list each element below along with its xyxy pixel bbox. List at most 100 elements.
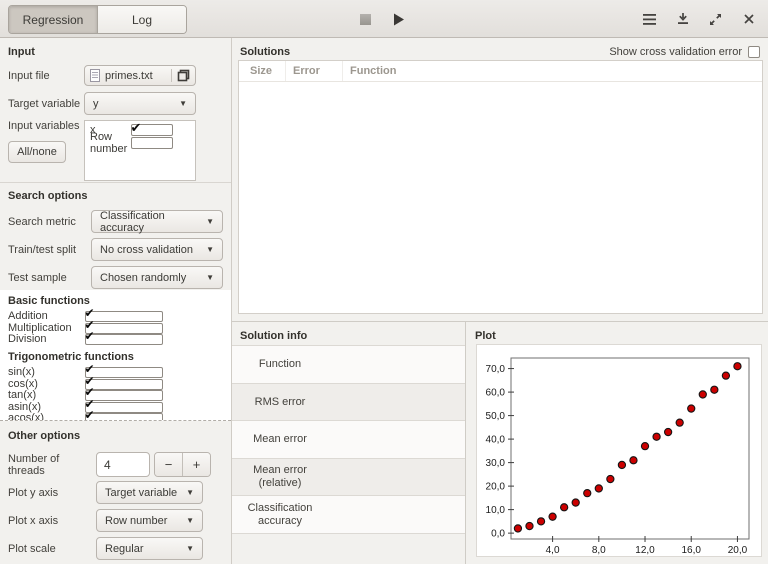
plot-y-axis-select[interactable]: Target variable ▼ (96, 481, 203, 504)
decrement-button[interactable]: − (155, 453, 182, 476)
settings-sidebar: Input Input file primes.txt Target varia… (0, 38, 232, 564)
variable-checkbox[interactable] (130, 136, 173, 149)
svg-text:70,0: 70,0 (486, 364, 506, 375)
download-button[interactable] (675, 12, 690, 27)
svg-text:40,0: 40,0 (486, 435, 506, 446)
all-none-button[interactable]: All/none (8, 141, 66, 163)
app-window: Regression Log Input Input file primes.t… (0, 0, 768, 564)
table-row: Classification accuracy (232, 496, 465, 534)
run-controls (358, 0, 406, 38)
chevron-down-icon: ▼ (186, 488, 194, 497)
svg-text:0,0: 0,0 (491, 529, 505, 540)
function-item[interactable]: cos(x) (8, 376, 223, 390)
function-checkbox[interactable] (84, 410, 163, 420)
row-label: Mean error (253, 464, 307, 476)
train-test-split-label: Train/test split (8, 243, 77, 256)
plot-x-axis-select[interactable]: Row number ▼ (96, 509, 203, 532)
function-item[interactable]: tan(x) (8, 387, 223, 402)
svg-text:12,0: 12,0 (635, 545, 655, 556)
tab-log[interactable]: Log (97, 6, 186, 33)
show-cv-checkbox[interactable] (748, 45, 760, 58)
close-button[interactable] (741, 12, 756, 27)
column-header-function[interactable]: Function (343, 61, 762, 81)
input-section: Input Input file primes.txt Target varia… (0, 38, 231, 182)
chevron-down-icon: ▼ (186, 544, 194, 553)
function-checkbox[interactable] (84, 308, 163, 323)
plot-y-axis-value: Target variable (105, 486, 178, 499)
expand-icon (710, 13, 721, 25)
input-variables-label: Input variables (8, 120, 80, 132)
target-variable-select[interactable]: y ▼ (84, 92, 196, 115)
svg-text:60,0: 60,0 (486, 388, 506, 399)
plot-scale-select[interactable]: Regular ▼ (96, 537, 203, 560)
function-name: sin(x) (8, 366, 35, 379)
play-button[interactable] (391, 12, 406, 27)
trig-functions-title: Trigonometric functions (8, 350, 134, 363)
chevron-down-icon: ▼ (179, 99, 187, 108)
stop-button[interactable] (358, 12, 373, 27)
threads-stepper: − + (154, 452, 211, 477)
basic-functions-title: Basic functions (8, 295, 90, 307)
table-row: RMS error (232, 384, 465, 421)
input-file-button[interactable]: primes.txt (84, 65, 196, 86)
column-header-size[interactable]: Size (239, 61, 286, 81)
list-item[interactable]: Row number (85, 131, 195, 155)
function-item[interactable]: Addition (8, 308, 223, 323)
function-checkbox[interactable] (84, 320, 163, 334)
test-sample-select[interactable]: Chosen randomly ▼ (91, 266, 223, 289)
search-metric-value: Classification accuracy (100, 209, 165, 234)
function-item[interactable]: asin(x) (8, 399, 223, 414)
table-row: Mean error (relative) (232, 459, 465, 496)
variable-checkbox[interactable] (130, 120, 173, 136)
function-name: tan(x) (8, 389, 37, 402)
function-name: asin(x) (8, 400, 42, 413)
copy-icon (177, 69, 190, 82)
plot-panel: Plot 0,0 10,0 20,0 30,0 40,0 50,0 60,0 70,0 4,0 8… (466, 322, 768, 564)
svg-text:8,0: 8,0 (592, 545, 606, 556)
function-item[interactable]: Division (8, 331, 223, 346)
plot-scale-value: Regular (105, 542, 144, 555)
table-row: Function (232, 346, 465, 384)
close-icon (743, 14, 754, 24)
chevron-down-icon: ▼ (206, 273, 214, 282)
function-checkbox[interactable] (84, 387, 163, 402)
variable-name: Row number (90, 130, 128, 155)
plot-x-axis-value: Row number (105, 514, 168, 527)
input-variables-list: x Row number (84, 120, 196, 181)
function-item[interactable]: acos(x) (8, 410, 223, 421)
search-options-section: Search options Search metric Classificat… (0, 182, 231, 290)
function-checkbox[interactable] (84, 399, 163, 413)
function-name: acos(x) (8, 412, 45, 421)
increment-button[interactable]: + (182, 453, 210, 476)
solutions-title: Solutions (240, 45, 291, 58)
function-name: Multiplication (8, 321, 72, 334)
solutions-table[interactable]: Size Error Function (238, 60, 763, 314)
expand-button[interactable] (708, 12, 723, 27)
threads-input[interactable]: 4 (96, 452, 150, 477)
svg-text:20,0: 20,0 (728, 545, 748, 556)
plot-canvas[interactable]: 0,0 10,0 20,0 30,0 40,0 50,0 60,0 70,0 4,0 8,0 12,… (476, 344, 762, 557)
train-test-split-value: No cross validation (100, 243, 193, 256)
train-test-split-select[interactable]: No cross validation ▼ (91, 238, 223, 261)
function-checkbox[interactable] (84, 376, 163, 390)
search-options-title: Search options (8, 190, 88, 202)
function-item[interactable]: Multiplication (8, 320, 223, 335)
row-label-line2: (relative) (258, 477, 302, 489)
function-name: Addition (8, 310, 48, 323)
solutions-panel: Solutions Show cross validation error Si… (232, 38, 768, 322)
other-options-section: Other options Number of threads 4 − + Pl… (0, 421, 231, 560)
column-header-error[interactable]: Error (286, 61, 343, 81)
plot-y-axis-label: Plot y axis (8, 486, 59, 499)
tab-regression[interactable]: Regression (9, 6, 97, 33)
svg-text:16,0: 16,0 (681, 545, 701, 556)
menu-button[interactable] (642, 12, 657, 27)
row-label: Mean error (253, 433, 307, 445)
document-icon (90, 69, 100, 82)
plot-scale-label: Plot scale (8, 542, 56, 555)
function-checkbox[interactable] (84, 364, 163, 379)
search-metric-select[interactable]: Classification accuracy ▼ (91, 209, 223, 234)
threads-label: Number of threads (8, 452, 60, 477)
input-section-title: Input (8, 46, 35, 58)
function-checkbox[interactable] (84, 331, 163, 346)
function-item[interactable]: sin(x) (8, 364, 223, 379)
